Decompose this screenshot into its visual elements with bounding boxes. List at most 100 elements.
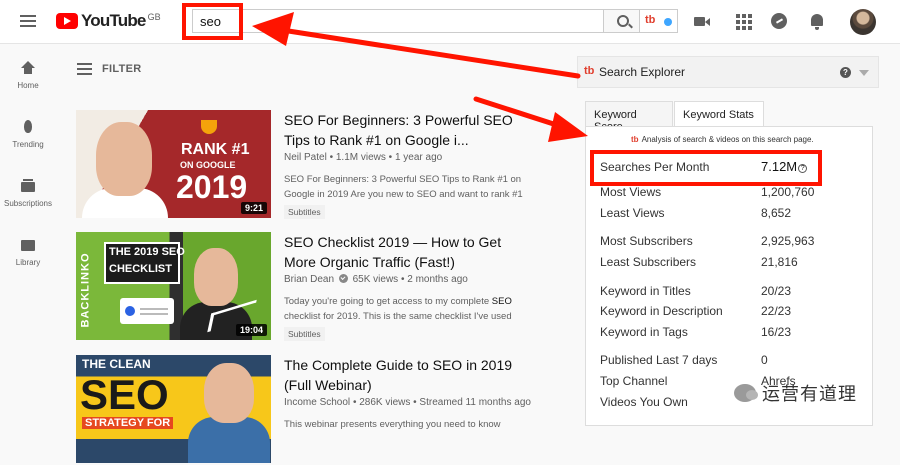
search-icon[interactable]	[604, 9, 640, 33]
thumbnail-text: SEO	[80, 371, 169, 418]
tubebuddy-extension-button[interactable]: tb	[640, 9, 678, 33]
stat-label: Keyword in Tags	[600, 325, 688, 339]
stat-value: 8,652	[761, 206, 792, 220]
stat-label: Keyword in Titles	[600, 284, 691, 298]
search-explorer-header[interactable]: tb Search Explorer ?	[577, 56, 879, 88]
thumbnail-figure	[188, 417, 270, 463]
stat-label: Keyword in Description	[600, 304, 723, 318]
youtube-play-icon	[56, 13, 78, 29]
stat-value: 22/23	[761, 304, 792, 318]
sidebar-item-label: Trending	[12, 140, 44, 149]
stat-value: 16/23	[761, 325, 792, 339]
video-title[interactable]: The Complete Guide to SEO in 2019 (Full …	[284, 355, 514, 395]
thumbnail-text: THE CLEAN	[82, 357, 151, 371]
subtitles-badge: Subtitles	[284, 205, 325, 219]
thumbnail-face	[96, 122, 152, 196]
search-highlight-box	[182, 3, 243, 40]
search-input[interactable]	[193, 10, 603, 32]
watermark: 运营有道理	[734, 380, 857, 406]
description-keyword: SEO	[491, 296, 512, 307]
description-text: checklist for 2019. This is the same che…	[284, 311, 512, 322]
tab-keyword-score[interactable]: Keyword Score	[585, 101, 673, 133]
subtitles-badge: Subtitles	[284, 327, 325, 341]
video-duration: 9:21	[240, 202, 267, 214]
sidebar-item-label: Home	[17, 81, 39, 90]
channel-name[interactable]: Neil Patel	[284, 152, 327, 163]
tab-keyword-stats[interactable]: Keyword Stats	[674, 101, 764, 127]
video-description: SEO For Beginners: 3 Powerful SEO Tips t…	[284, 174, 523, 200]
status-dot-icon	[664, 18, 672, 26]
stat-label: Most Views	[600, 185, 662, 199]
stat-value: 21,816	[761, 255, 798, 269]
stat-label: Published Last 7 days	[600, 353, 718, 367]
panel-title: Search Explorer	[599, 65, 686, 79]
thumbnail-text: RANK #1	[181, 141, 250, 158]
video-thumbnail[interactable]: THE CLEAN SEO STRATEGY FOR	[76, 355, 271, 463]
thumbnail-text: 2019	[176, 169, 248, 205]
analysis-note: tb Analysis of search & videos on this se…	[631, 135, 814, 144]
stat-value: 1,200,760	[761, 185, 815, 199]
thumbnail-face	[194, 248, 238, 306]
video-description: Today you're going to get access to my c…	[284, 294, 540, 324]
collapse-caret-icon[interactable]	[859, 70, 869, 76]
wechat-icon	[734, 384, 758, 402]
video-title[interactable]: SEO Checklist 2019 — How to Get More Org…	[284, 232, 514, 272]
stat-label: Least Views	[600, 206, 665, 220]
thumbnail-text: CHECKLIST	[109, 263, 172, 275]
avatar[interactable]	[850, 9, 876, 35]
stat-value: 20/23	[761, 284, 792, 298]
sidebar-item-trending[interactable]: Trending	[0, 120, 56, 149]
stat-value: 2,925,963	[761, 234, 815, 248]
video-thumbnail[interactable]: RANK #1 ON GOOGLE 2019 9:21	[76, 110, 271, 218]
thumbnail-text: THE 2019 SEO	[109, 246, 185, 258]
apps-grid-icon[interactable]	[734, 12, 754, 32]
video-meta: Neil Patel • 1.1M views • 1 year ago	[284, 152, 442, 163]
help-icon[interactable]: ?	[840, 67, 851, 78]
watermark-text: 运营有道理	[762, 384, 857, 405]
stat-label: Top Channel	[600, 374, 668, 388]
logo-text: YouTube	[81, 11, 146, 30]
library-icon	[21, 238, 35, 252]
sidebar-item-subscriptions[interactable]: Subscriptions	[0, 179, 56, 208]
channel-name[interactable]: Income School	[284, 397, 350, 408]
searches-highlight-box	[590, 150, 822, 186]
sidebar-item-home[interactable]: Home	[0, 61, 56, 90]
video-thumbnail[interactable]: THE 2019 SEO CHECKLIST BACKLINKO 19:04	[76, 232, 271, 340]
side-navigation: Home Trending Subscriptions Library	[0, 44, 56, 432]
channel-name[interactable]: Brian Dean	[284, 274, 334, 285]
youtube-logo[interactable]: YouTube GB	[56, 11, 161, 31]
tubebuddy-icon: tb	[631, 135, 639, 144]
sidebar-item-library[interactable]: Library	[0, 238, 56, 267]
filter-button[interactable]: FILTER	[77, 63, 141, 75]
video-result-2: THE 2019 SEO CHECKLIST BACKLINKO 19:04 S…	[76, 232, 556, 342]
video-meta: Income School • 286K views • Streamed 11…	[284, 397, 531, 408]
video-result-3: THE CLEAN SEO STRATEGY FOR The Complete …	[76, 355, 556, 465]
description-text: Today you're going to get access to my c…	[284, 296, 492, 307]
video-stats: • 1.1M views • 1 year ago	[329, 152, 443, 163]
tubebuddy-icon: tb	[584, 65, 595, 77]
video-meta: Brian Dean 65K views • 2 months ago	[284, 274, 468, 285]
filter-sliders-icon	[77, 63, 92, 75]
video-stats: 65K views • 2 months ago	[352, 274, 468, 285]
tubebuddy-icon: tb	[645, 14, 656, 26]
thumbnail-text: STRATEGY FOR	[82, 417, 174, 429]
menu-icon[interactable]	[20, 15, 36, 27]
stat-value: 0	[761, 353, 768, 367]
create-video-icon[interactable]	[693, 12, 713, 32]
subscriptions-icon	[21, 179, 35, 193]
trophy-icon	[201, 120, 217, 134]
sidebar-item-label: Library	[15, 258, 41, 267]
stat-label: Videos You Own	[600, 395, 688, 409]
video-title[interactable]: SEO For Beginners: 3 Powerful SEO Tips t…	[284, 110, 514, 150]
home-icon	[21, 61, 35, 75]
messages-icon[interactable]	[770, 12, 790, 32]
search-box	[192, 9, 604, 33]
video-result-1: RANK #1 ON GOOGLE 2019 9:21 SEO For Begi…	[76, 110, 556, 220]
trending-icon	[21, 120, 35, 134]
filter-label: FILTER	[102, 63, 142, 75]
analysis-text: Analysis of search & videos on this sear…	[641, 135, 814, 144]
stat-label: Most Subscribers	[600, 234, 693, 248]
thumbnail-text: BACKLINKO	[79, 252, 92, 328]
thumbnail-face	[204, 363, 254, 423]
notifications-bell-icon[interactable]	[808, 12, 828, 32]
